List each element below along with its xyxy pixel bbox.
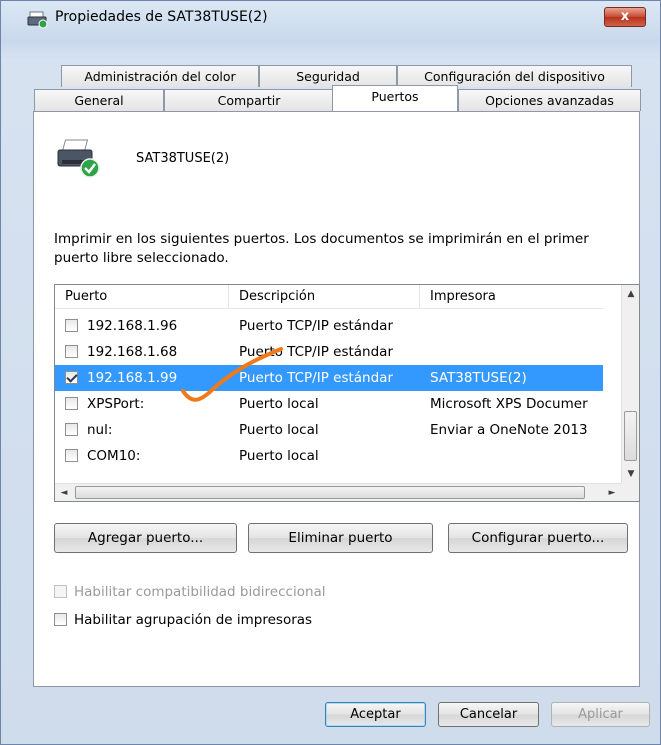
tab-color-management[interactable]: Administración del color [61, 65, 259, 87]
printer-pooling-checkbox[interactable]: Habilitar agrupación de impresoras [54, 612, 394, 630]
ports-description: Imprimir en los siguientes puertos. Los … [54, 231, 589, 266]
window-title: Propiedades de SAT38TUSE(2) [55, 9, 268, 25]
port-name: 192.168.1.68 [87, 344, 178, 360]
bidirectional-checkbox-box[interactable] [54, 585, 67, 598]
port-checkbox-checked[interactable] [65, 371, 78, 384]
port-description: Puerto TCP/IP estándar [239, 370, 393, 386]
printer-properties-dialog: Propiedades de SAT38TUSE(2) x Administra… [0, 0, 661, 745]
port-description: Puerto local [239, 422, 319, 438]
scroll-left-arrow-icon[interactable]: ◄ [55, 484, 73, 501]
pooling-checkbox-box[interactable] [54, 613, 67, 626]
port-checkbox[interactable] [65, 345, 78, 358]
port-checkbox[interactable] [65, 319, 78, 332]
port-checkbox[interactable] [65, 423, 78, 436]
add-port-button[interactable]: Agregar puerto... [54, 523, 237, 553]
scroll-up-arrow-icon[interactable]: ▲ [622, 285, 639, 303]
port-checkbox[interactable] [65, 449, 78, 462]
port-description: Puerto TCP/IP estándar [239, 318, 393, 334]
ports-list[interactable]: Puerto Descripción Impresora 192.168.1.9… [54, 284, 640, 502]
tab-sharing[interactable]: Compartir [164, 89, 334, 111]
port-name: COM10: [87, 448, 141, 464]
apply-button[interactable]: Aplicar [551, 702, 650, 727]
close-button[interactable]: x [604, 7, 646, 27]
port-printer: Enviar a OneNote 2013 [430, 422, 588, 438]
ports-list-header: Puerto Descripción Impresora [55, 285, 603, 309]
port-checkbox[interactable] [65, 397, 78, 410]
horizontal-scrollbar[interactable]: ◄ ► [55, 483, 622, 501]
vertical-scroll-thumb[interactable] [624, 411, 637, 461]
scroll-right-arrow-icon[interactable]: ► [603, 484, 621, 501]
tab-advanced-options[interactable]: Opciones avanzadas [458, 89, 641, 111]
port-description: Puerto TCP/IP estándar [239, 344, 393, 360]
port-name: 192.168.1.99 [87, 370, 178, 386]
tab-device-settings[interactable]: Configuración del dispositivo [397, 65, 632, 87]
column-header-description[interactable]: Descripción [229, 285, 420, 309]
printer-icon [57, 139, 100, 178]
scroll-down-arrow-icon[interactable]: ▼ [622, 465, 639, 483]
ok-button[interactable]: Aceptar [325, 702, 426, 727]
column-header-printer[interactable]: Impresora [420, 285, 603, 309]
port-printer: SAT38TUSE(2) [430, 370, 527, 386]
port-description: Puerto local [239, 448, 319, 464]
port-row[interactable]: nul: Puerto local Enviar a OneNote 2013 [55, 417, 603, 443]
ports-tab-panel: SAT38TUSE(2) Imprimir en los siguientes … [33, 111, 640, 687]
printer-name: SAT38TUSE(2) [136, 151, 230, 166]
delete-port-button[interactable]: Eliminar puerto [248, 523, 433, 553]
tab-ports[interactable]: Puertos [332, 85, 458, 111]
port-printer: Microsoft XPS Documer [430, 396, 588, 412]
port-description: Puerto local [239, 396, 319, 412]
port-name: 192.168.1.96 [87, 318, 178, 334]
tab-row-top: Administración del color Seguridad Confi… [61, 65, 641, 87]
port-row[interactable]: 192.168.1.96 Puerto TCP/IP estándar [55, 313, 603, 339]
vertical-scrollbar[interactable]: ▲ ▼ [621, 285, 639, 483]
horizontal-scroll-thumb[interactable] [75, 486, 585, 499]
bidirectional-support-checkbox[interactable]: Habilitar compatibilidad bidireccional [54, 584, 394, 602]
title-bar: Propiedades de SAT38TUSE(2) x [1, 1, 660, 33]
port-name: nul: [87, 422, 113, 438]
configure-port-button[interactable]: Configurar puerto... [448, 523, 628, 553]
scrollbar-corner [621, 483, 639, 501]
port-row[interactable]: COM10: Puerto local [55, 443, 603, 469]
column-header-port[interactable]: Puerto [55, 285, 229, 309]
port-row[interactable]: 192.168.1.68 Puerto TCP/IP estándar [55, 339, 603, 365]
port-name: XPSPort: [87, 396, 145, 412]
printer-icon [27, 11, 48, 29]
tab-security[interactable]: Seguridad [259, 65, 397, 87]
bidirectional-label: Habilitar compatibilidad bidireccional [74, 584, 326, 600]
tab-row-bottom: General Compartir Puertos Opciones avanz… [34, 85, 641, 111]
cancel-button[interactable]: Cancelar [438, 702, 539, 727]
port-row[interactable]: XPSPort: Puerto local Microsoft XPS Docu… [55, 391, 603, 417]
tab-general[interactable]: General [34, 89, 164, 111]
port-row-selected[interactable]: 192.168.1.99 Puerto TCP/IP estándar SAT3… [55, 365, 603, 391]
pooling-label: Habilitar agrupación de impresoras [74, 612, 313, 628]
